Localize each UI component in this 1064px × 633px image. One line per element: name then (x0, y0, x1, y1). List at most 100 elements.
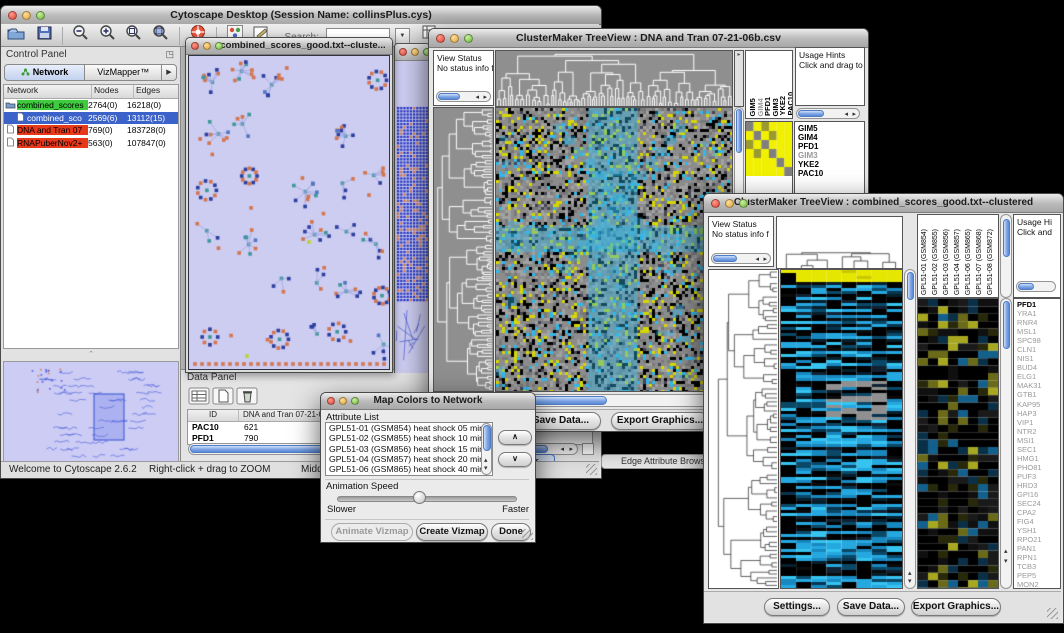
dialog-resize-grip[interactable] (522, 529, 533, 540)
panel-split-handle[interactable]: ⌃ (1, 350, 181, 360)
save-icon[interactable] (37, 25, 52, 47)
attribute-list-item[interactable]: GPL51-03 (GSM856) heat shock 15 min (326, 444, 492, 454)
animation-speed-slider-track[interactable] (337, 496, 517, 502)
column-label[interactable]: PAC10 (786, 92, 793, 116)
treeview2-row-dendrogram[interactable] (708, 269, 779, 589)
attribute-list-item[interactable]: GPL51-06 (GSM865) heat shock 40 min (326, 464, 492, 474)
main-titlebar[interactable]: Cytoscape Desktop (Session Name: collins… (1, 6, 601, 25)
row-label[interactable]: GIM3 (798, 151, 864, 160)
main-resize-grip[interactable] (586, 464, 597, 475)
close-button[interactable] (711, 199, 720, 208)
zoom-out-icon[interactable] (72, 24, 90, 47)
attribute-list-item[interactable]: GPL51-01 (GSM854) heat shock 05 min (326, 423, 492, 433)
window-controls[interactable] (8, 11, 45, 20)
row-label[interactable]: MSI1 (1017, 436, 1060, 445)
row-label[interactable]: GTB1 (1017, 390, 1060, 399)
minimize-button[interactable] (22, 11, 31, 20)
close-button[interactable] (436, 34, 445, 43)
row-label[interactable]: CPA2 (1017, 508, 1060, 517)
view-status-hscrollbar[interactable]: ◂▸ (436, 91, 491, 102)
row-label[interactable]: MAK31 (1017, 381, 1060, 390)
row-label[interactable]: PFD1 (1017, 300, 1060, 309)
row-label[interactable]: HRD3 (1017, 481, 1060, 490)
network-window-controls[interactable] (191, 42, 223, 50)
tab-vizmapper[interactable]: VizMapper™ (85, 64, 162, 81)
treeview1-heatmap[interactable] (495, 107, 733, 392)
row-label[interactable]: BUD4 (1017, 363, 1060, 372)
float-panel-icon[interactable]: ◳ (165, 49, 174, 60)
row-label[interactable]: SEC24 (1017, 499, 1060, 508)
condition-label[interactable]: GPL51-01 (GSM854) (921, 229, 932, 295)
view-status-hscrollbar[interactable]: ◂▸ (711, 253, 771, 264)
network-view-window-2[interactable] (394, 43, 430, 373)
network-window-titlebar[interactable]: combined_scores_good.txt--cluste... (186, 38, 392, 55)
row-label[interactable]: RNR4 (1017, 318, 1060, 327)
minimize-button[interactable] (203, 42, 211, 50)
search-dropdown-button[interactable]: ▼ (395, 28, 410, 44)
treeview2-vscrollbar[interactable]: ▴▾ (904, 269, 916, 589)
new-attribute-icon[interactable] (212, 387, 234, 410)
row-label[interactable]: YKE2 (798, 160, 864, 169)
attribute-listbox[interactable]: GPL51-01 (GSM854) heat shock 05 minGPL51… (325, 422, 493, 476)
network-canvas-2[interactable] (395, 61, 429, 373)
network-table-row[interactable]: RNAPuberNov2+563(0)107847(0) (4, 137, 178, 150)
create-vizmap-button[interactable]: Create Vizmap (416, 523, 488, 541)
row-label[interactable]: GIM4 (798, 133, 864, 142)
condition-label[interactable]: GPL51-08 (GSM872) (987, 229, 998, 295)
zoom-selected-icon[interactable] (125, 24, 143, 47)
dialog-titlebar[interactable]: Map Colors to Network (321, 393, 535, 410)
export-graphics-button[interactable]: Export Graphics... (611, 412, 709, 430)
attribute-list-item[interactable]: GPL51-04 (GSM857) heat shock 20 min (326, 454, 492, 464)
condition-label[interactable]: GPL51-02 (GSM855) (932, 229, 943, 295)
attribute-list-item[interactable]: GPL51-02 (GSM855) heat shock 10 min (326, 433, 492, 443)
close-button[interactable] (327, 397, 335, 405)
network-table-row[interactable]: combined_scores2764(0)16218(0) (4, 99, 178, 112)
move-up-button[interactable]: ∧ (498, 430, 532, 445)
scroll-left-arrow[interactable]: ◂ (560, 445, 564, 454)
treeview2-window-controls[interactable] (711, 199, 748, 208)
minimize-button[interactable] (725, 199, 734, 208)
column-label[interactable]: PFD1 (763, 97, 771, 116)
scroll-right-arrow[interactable]: ▸ (569, 445, 573, 454)
animation-speed-slider-thumb[interactable] (413, 491, 426, 504)
zoom-button[interactable] (351, 397, 359, 405)
row-label[interactable]: MON2 (1017, 580, 1060, 589)
save-data-button[interactable]: Save Data... (837, 598, 905, 616)
column-label[interactable]: YKE2 (778, 96, 786, 116)
attribute-list-vscrollbar[interactable]: ▴▾ (481, 423, 492, 475)
row-label[interactable]: SEC1 (1017, 445, 1060, 454)
row-label[interactable]: KAP95 (1017, 400, 1060, 409)
tab-overflow-arrow[interactable]: ▶ (162, 64, 177, 81)
attribute-select-icon[interactable] (188, 387, 210, 410)
zoom-fit-icon[interactable] (152, 24, 170, 47)
minimize-button[interactable] (450, 34, 459, 43)
network-table-row[interactable]: combined_sco2569(6)13112(15) (4, 112, 178, 125)
treeview2-resize-grip[interactable] (1047, 608, 1058, 619)
settings-button[interactable]: Settings... (764, 598, 830, 616)
treeview2-heatmap[interactable] (780, 269, 903, 589)
tab-network[interactable]: Network (4, 64, 85, 81)
zoom-button[interactable] (464, 34, 473, 43)
row-label[interactable]: CLN1 (1017, 345, 1060, 354)
condition-label[interactable]: GPL51-03 (GSM856) (943, 229, 954, 295)
row-label[interactable]: RPN1 (1017, 553, 1060, 562)
close-button[interactable] (8, 11, 17, 20)
birdseye-view[interactable] (3, 361, 179, 465)
network-table-header[interactable]: Network Nodes Edges (4, 85, 178, 99)
row-label[interactable]: YSH1 (1017, 526, 1060, 535)
open-file-icon[interactable] (7, 25, 25, 47)
zoom-in-icon[interactable] (99, 24, 117, 47)
treeview2-titlebar[interactable]: ClusterMaker TreeView : combined_scores_… (704, 194, 1063, 213)
row-label[interactable]: TCB3 (1017, 562, 1060, 571)
usage-hints-hscrollbar[interactable] (1016, 281, 1056, 292)
row-label[interactable]: VIP1 (1017, 418, 1060, 427)
row-label[interactable]: RPO21 (1017, 535, 1060, 544)
condition-label[interactable]: GPL51-07 (GSM868) (976, 229, 987, 295)
zoom-button[interactable] (36, 11, 45, 20)
treeview2-column-dendrogram[interactable] (776, 216, 903, 269)
move-down-button[interactable]: ∨ (498, 452, 532, 467)
column-label[interactable]: GIM5 (748, 98, 756, 116)
row-label[interactable]: PFD1 (798, 142, 864, 151)
network-table-row[interactable]: DNA and Tran 07769(0)183728(0) (4, 124, 178, 137)
row-label[interactable]: ELG1 (1017, 372, 1060, 381)
